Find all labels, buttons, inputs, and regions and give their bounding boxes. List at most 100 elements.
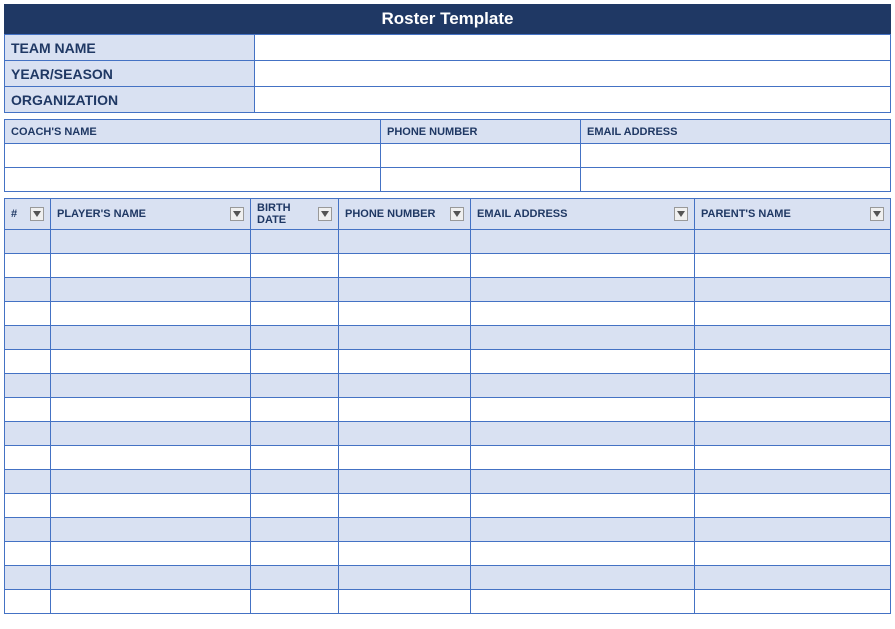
- player-name-cell[interactable]: [51, 350, 251, 374]
- player-phone-cell[interactable]: [339, 374, 471, 398]
- player-birth-cell[interactable]: [251, 590, 339, 614]
- player-number-cell[interactable]: [5, 590, 51, 614]
- player-parent-cell[interactable]: [695, 542, 891, 566]
- player-number-cell[interactable]: [5, 326, 51, 350]
- player-parent-cell[interactable]: [695, 326, 891, 350]
- player-name-cell[interactable]: [51, 230, 251, 254]
- player-phone-cell[interactable]: [339, 590, 471, 614]
- player-birth-cell[interactable]: [251, 302, 339, 326]
- player-name-cell[interactable]: [51, 518, 251, 542]
- player-number-cell[interactable]: [5, 278, 51, 302]
- player-birth-cell[interactable]: [251, 446, 339, 470]
- player-phone-cell[interactable]: [339, 254, 471, 278]
- player-birth-cell[interactable]: [251, 254, 339, 278]
- player-phone-cell[interactable]: [339, 350, 471, 374]
- player-email-cell[interactable]: [471, 422, 695, 446]
- player-number-cell[interactable]: [5, 302, 51, 326]
- player-parent-cell[interactable]: [695, 446, 891, 470]
- player-birth-cell[interactable]: [251, 398, 339, 422]
- coach-name-cell[interactable]: [5, 168, 381, 192]
- player-birth-cell[interactable]: [251, 278, 339, 302]
- filter-dropdown-icon[interactable]: [30, 207, 44, 221]
- player-phone-cell[interactable]: [339, 446, 471, 470]
- player-name-cell[interactable]: [51, 542, 251, 566]
- player-email-cell[interactable]: [471, 446, 695, 470]
- player-email-cell[interactable]: [471, 230, 695, 254]
- filter-dropdown-icon[interactable]: [450, 207, 464, 221]
- player-birth-cell[interactable]: [251, 494, 339, 518]
- player-number-cell[interactable]: [5, 470, 51, 494]
- player-birth-cell[interactable]: [251, 518, 339, 542]
- player-parent-cell[interactable]: [695, 422, 891, 446]
- player-name-cell[interactable]: [51, 374, 251, 398]
- player-phone-cell[interactable]: [339, 494, 471, 518]
- player-parent-cell[interactable]: [695, 398, 891, 422]
- filter-dropdown-icon[interactable]: [870, 207, 884, 221]
- player-phone-cell[interactable]: [339, 326, 471, 350]
- player-name-cell[interactable]: [51, 422, 251, 446]
- player-email-cell[interactable]: [471, 494, 695, 518]
- coach-email-cell[interactable]: [581, 168, 891, 192]
- player-name-cell[interactable]: [51, 278, 251, 302]
- player-email-cell[interactable]: [471, 350, 695, 374]
- player-birth-cell[interactable]: [251, 422, 339, 446]
- player-number-cell[interactable]: [5, 254, 51, 278]
- player-email-cell[interactable]: [471, 518, 695, 542]
- player-email-cell[interactable]: [471, 398, 695, 422]
- player-phone-cell[interactable]: [339, 278, 471, 302]
- player-number-cell[interactable]: [5, 566, 51, 590]
- player-number-header[interactable]: #: [5, 199, 51, 230]
- player-phone-cell[interactable]: [339, 422, 471, 446]
- player-birth-cell[interactable]: [251, 326, 339, 350]
- player-email-cell[interactable]: [471, 278, 695, 302]
- player-birth-cell[interactable]: [251, 374, 339, 398]
- player-parent-cell[interactable]: [695, 590, 891, 614]
- player-phone-cell[interactable]: [339, 542, 471, 566]
- player-parent-cell[interactable]: [695, 278, 891, 302]
- player-number-cell[interactable]: [5, 374, 51, 398]
- player-email-cell[interactable]: [471, 590, 695, 614]
- player-name-header[interactable]: PLAYER'S NAME: [51, 199, 251, 230]
- player-email-cell[interactable]: [471, 470, 695, 494]
- player-parent-cell[interactable]: [695, 470, 891, 494]
- player-parent-cell[interactable]: [695, 254, 891, 278]
- player-birth-cell[interactable]: [251, 566, 339, 590]
- player-birth-cell[interactable]: [251, 230, 339, 254]
- player-phone-cell[interactable]: [339, 566, 471, 590]
- player-name-cell[interactable]: [51, 494, 251, 518]
- player-name-cell[interactable]: [51, 254, 251, 278]
- year-season-value[interactable]: [255, 61, 891, 87]
- player-number-cell[interactable]: [5, 230, 51, 254]
- player-email-cell[interactable]: [471, 302, 695, 326]
- player-parent-cell[interactable]: [695, 350, 891, 374]
- coach-email-cell[interactable]: [581, 144, 891, 168]
- player-number-cell[interactable]: [5, 494, 51, 518]
- player-parent-cell[interactable]: [695, 230, 891, 254]
- player-phone-header[interactable]: PHONE NUMBER: [339, 199, 471, 230]
- player-parent-cell[interactable]: [695, 302, 891, 326]
- player-name-cell[interactable]: [51, 446, 251, 470]
- player-name-cell[interactable]: [51, 590, 251, 614]
- player-number-cell[interactable]: [5, 446, 51, 470]
- player-phone-cell[interactable]: [339, 470, 471, 494]
- player-birth-cell[interactable]: [251, 542, 339, 566]
- player-parent-cell[interactable]: [695, 518, 891, 542]
- coach-phone-cell[interactable]: [381, 144, 581, 168]
- player-name-cell[interactable]: [51, 326, 251, 350]
- player-birth-cell[interactable]: [251, 350, 339, 374]
- player-email-cell[interactable]: [471, 254, 695, 278]
- player-parent-cell[interactable]: [695, 566, 891, 590]
- coach-name-cell[interactable]: [5, 144, 381, 168]
- player-name-cell[interactable]: [51, 398, 251, 422]
- team-name-value[interactable]: [255, 35, 891, 61]
- player-parent-cell[interactable]: [695, 494, 891, 518]
- player-parent-cell[interactable]: [695, 374, 891, 398]
- player-name-cell[interactable]: [51, 470, 251, 494]
- player-phone-cell[interactable]: [339, 398, 471, 422]
- player-birth-header[interactable]: BIRTH DATE: [251, 199, 339, 230]
- player-phone-cell[interactable]: [339, 302, 471, 326]
- player-email-cell[interactable]: [471, 326, 695, 350]
- player-email-header[interactable]: EMAIL ADDRESS: [471, 199, 695, 230]
- coach-phone-cell[interactable]: [381, 168, 581, 192]
- player-parent-header[interactable]: PARENT'S NAME: [695, 199, 891, 230]
